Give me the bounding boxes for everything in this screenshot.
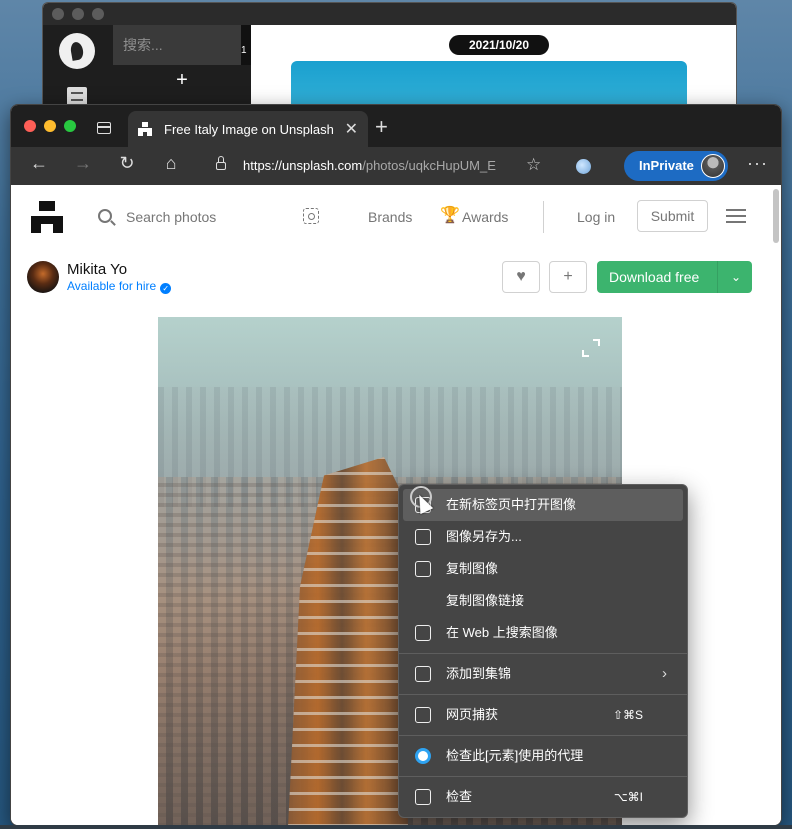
forward-arrow-icon[interactable]: → [71,153,95,174]
menu-item-label: 复制图像 [446,561,499,576]
menu-item-copy-image[interactable]: 复制图像 [403,553,683,585]
inprivate-label: InPrivate [639,158,694,173]
new-tab-button[interactable]: + [375,114,388,140]
download-button[interactable]: Download free ⌄ [597,261,752,293]
add-favorite-icon[interactable]: ☆ [526,155,541,175]
menu-item-open-in-new-tab[interactable]: 在新标签页中打开图像 [403,489,683,521]
date-pill: 2021/10/20 [449,35,549,55]
collections-icon [415,666,431,682]
menu-item-add-to-collections[interactable]: 添加到集锦 › [403,658,683,690]
minimize-window-button[interactable] [44,120,56,132]
menu-item-label: 检查 [446,789,473,804]
trophy-icon: 🏆 [440,207,460,224]
lock-icon[interactable] [215,156,227,170]
menu-item-proxy-inspector[interactable]: 检查此[元素]使用的代理 [403,740,683,772]
zoom-window-button[interactable] [64,120,76,132]
tab-actions-icon[interactable] [97,122,111,134]
expand-icon[interactable] [582,339,600,357]
address-bar[interactable]: https://unsplash.com/photos/uqkcHupUM_E [243,158,496,173]
nav-awards[interactable]: Awards [462,209,508,225]
menu-item-label: 网页捕获 [446,707,499,722]
home-icon[interactable]: ⌂ [159,153,183,174]
search-input[interactable]: Search photos [126,209,216,225]
extension-icon[interactable] [576,159,591,174]
chevron-down-icon[interactable]: ⌄ [731,261,741,293]
bg-zoom-dot[interactable] [92,8,104,20]
background-window-titlebar [43,3,736,25]
nav-brands[interactable]: Brands [368,209,412,225]
menu-item-save-image[interactable]: 图像另存为... [403,521,683,553]
menu-separator [399,776,687,777]
menu-item-label: 复制图像链接 [446,593,525,608]
menu-separator [399,694,687,695]
close-window-button[interactable] [24,120,36,132]
submit-button[interactable]: Submit [637,200,708,232]
menu-item-web-capture[interactable]: 网页捕获 ⇧⌘S [403,699,683,731]
login-link[interactable]: Log in [577,209,615,225]
copy-image-icon [415,561,431,577]
menu-item-label: 在新标签页中打开图像 [446,497,577,512]
address-toolbar: ← → ↻ ⌂ https://unsplash.com/photos/uqkc… [11,147,781,185]
unsplash-favicon-icon [138,122,152,136]
menu-item-inspect[interactable]: 检查 ⌥⌘I [403,781,683,813]
chevron-right-icon: › [662,665,667,682]
menu-separator [399,653,687,654]
menu-item-copy-image-link[interactable]: 复制图像链接 [403,585,683,617]
bg-app-sidebar [43,25,113,111]
menu-separator [399,735,687,736]
url-host: https://unsplash.com [243,158,363,173]
download-separator [717,261,718,293]
save-image-icon [415,529,431,545]
profile-avatar [701,154,725,178]
bg-close-dot[interactable] [52,8,64,20]
inprivate-button[interactable]: InPrivate [624,151,728,181]
tab-close-icon[interactable]: ✕ [345,119,358,139]
menu-item-search-image[interactable]: 在 Web 上搜索图像 [403,617,683,649]
back-arrow-icon[interactable]: ← [27,153,51,174]
page-scrollbar[interactable] [773,189,779,243]
proxy-inspector-icon [415,748,431,764]
verified-check-icon: ✓ [160,283,172,294]
nav-divider [543,201,544,233]
menu-item-label: 在 Web 上搜索图像 [446,625,558,640]
context-menu: 在新标签页中打开图像 图像另存为... 复制图像 复制图像链接 在 Web 上搜… [398,484,688,818]
menu-item-label: 添加到集锦 [446,666,512,681]
tab-bar: Free Italy Image on Unsplash ✕ + [11,105,781,147]
download-label: Download free [609,269,700,285]
shortcut-label: ⌥⌘I [613,790,643,804]
shortcut-label: ⇧⌘S [612,708,643,722]
refresh-icon[interactable]: ↻ [115,153,139,174]
url-path: /photos/uqkcHupUM_E [362,158,496,173]
author-avatar[interactable] [27,261,59,293]
add-to-collection-button[interactable]: + [549,261,587,293]
desktop-bottom-strip [0,825,792,829]
menu-item-label: 图像另存为... [446,529,522,544]
hire-label: Available for hire [67,279,157,293]
web-capture-icon [415,707,431,723]
menu-item-label: 检查此[元素]使用的代理 [446,748,584,763]
bg-minimize-dot[interactable] [72,8,84,20]
tab-unsplash[interactable]: Free Italy Image on Unsplash ✕ [128,111,368,147]
bg-app-icon[interactable] [59,33,95,69]
inspect-icon [415,789,431,805]
tab-title: Free Italy Image on Unsplash [164,121,334,137]
bg-search-input[interactable]: 搜索... [113,25,241,65]
author-name[interactable]: Mikita Yo [67,261,127,278]
visual-search-icon [415,625,431,641]
background-window: 搜索... 1 + 2021/10/20 [42,2,737,112]
search-icon[interactable] [98,209,112,223]
available-for-hire-link[interactable]: Available for hire ✓ [67,279,172,294]
visual-search-icon[interactable] [303,208,319,224]
like-button[interactable]: ♥ [502,261,540,293]
menu-icon[interactable] [726,209,746,223]
unsplash-logo-icon[interactable] [31,201,63,233]
more-menu-icon[interactable]: ··· [747,153,768,174]
